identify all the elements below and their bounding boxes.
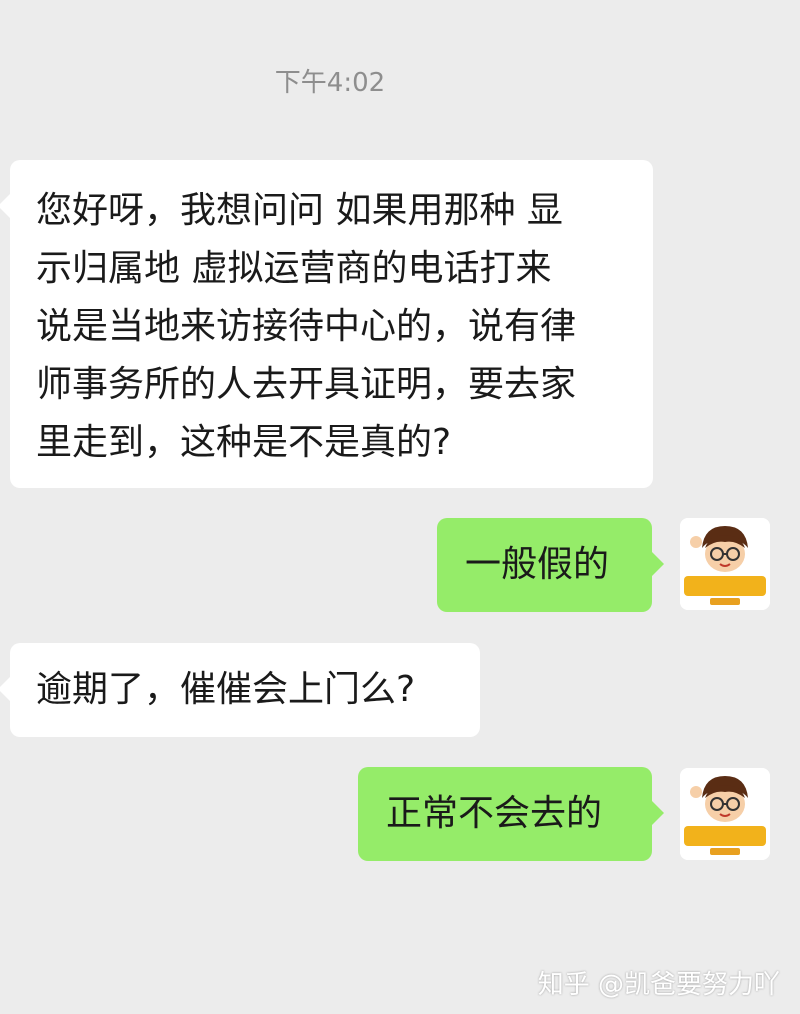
avatar[interactable] bbox=[680, 518, 770, 610]
incoming-message-bubble[interactable]: 逾期了，催催会上门么? bbox=[0, 643, 480, 737]
avatar[interactable] bbox=[680, 768, 770, 860]
outgoing-message-bubble[interactable]: 一般假的 bbox=[437, 518, 664, 612]
message-text: 一般假的 bbox=[465, 544, 610, 585]
message-line: 师事务所的人去开具证明，要去家 bbox=[36, 364, 577, 405]
message-line: 里走到，这种是不是真的? bbox=[36, 422, 452, 463]
message-timestamp: 下午4:02 bbox=[274, 68, 386, 98]
zhihu-watermark: 知乎 @凯爸要努力吖 bbox=[537, 970, 780, 1000]
outgoing-message-bubble[interactable]: 正常不会去的 bbox=[358, 767, 664, 861]
cartoon-boy-avatar-icon bbox=[680, 768, 770, 860]
message-line: 您好呀，我想问问 如果用那种 显 bbox=[36, 190, 563, 231]
incoming-message-bubble[interactable]: 您好呀，我想问问 如果用那种 显 示归属地 虚拟运营商的电话打来 说是当地来访接… bbox=[0, 160, 653, 488]
message-line: 说是当地来访接待中心的，说有律 bbox=[36, 306, 577, 347]
cartoon-boy-avatar-icon bbox=[680, 518, 770, 610]
message-text: 正常不会去的 bbox=[386, 793, 603, 834]
message-text: 逾期了，催催会上门么? bbox=[36, 669, 416, 710]
message-line: 示归属地 虚拟运营商的电话打来 bbox=[36, 248, 552, 289]
